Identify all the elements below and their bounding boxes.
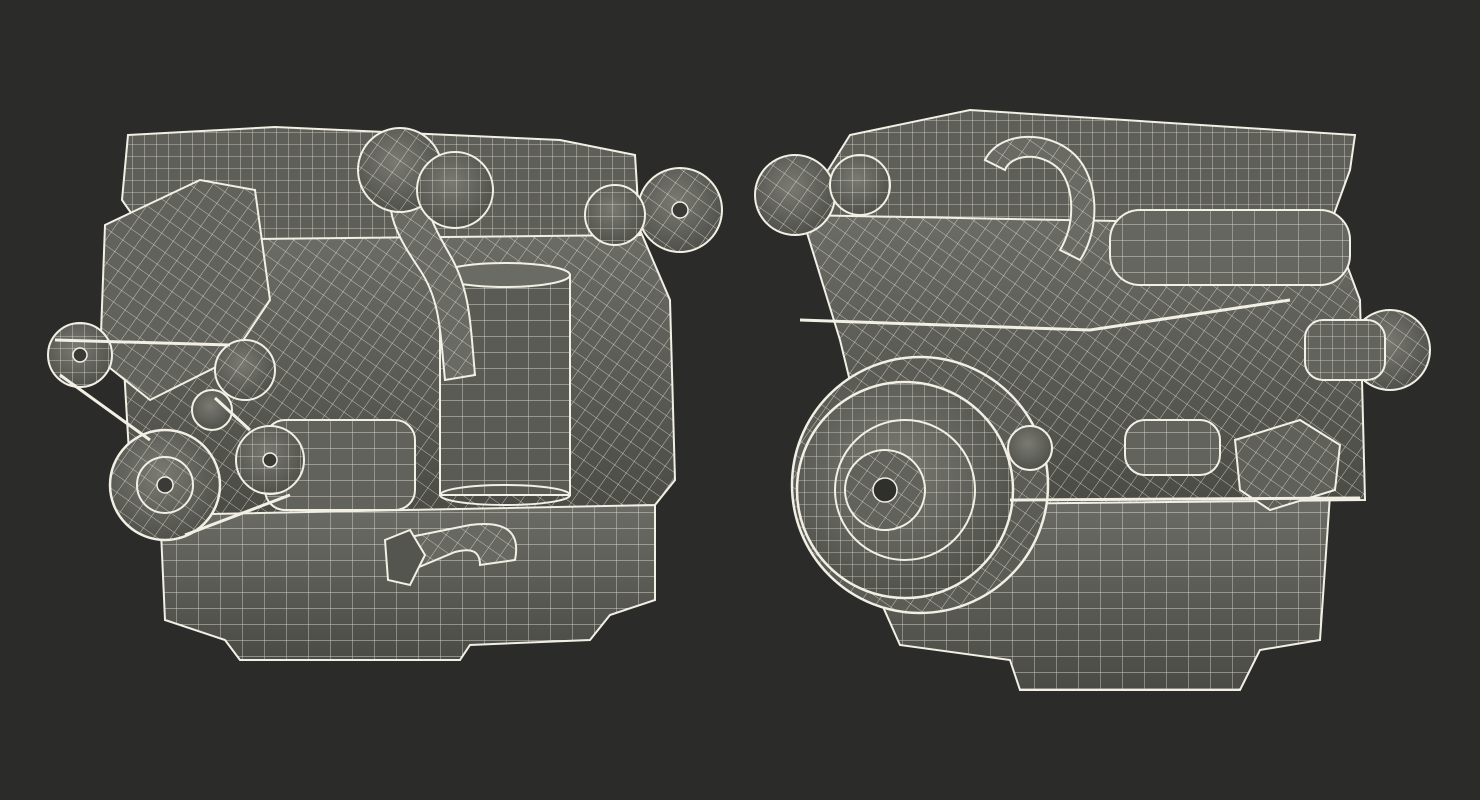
alternator <box>1304 309 1431 391</box>
crankshaft-pulley <box>108 428 222 542</box>
intake-manifold <box>1109 209 1351 286</box>
wireframe-render <box>0 0 1480 800</box>
flywheel <box>795 380 1015 600</box>
render-viewport <box>0 0 1480 800</box>
sump-flange <box>1009 496 1361 502</box>
